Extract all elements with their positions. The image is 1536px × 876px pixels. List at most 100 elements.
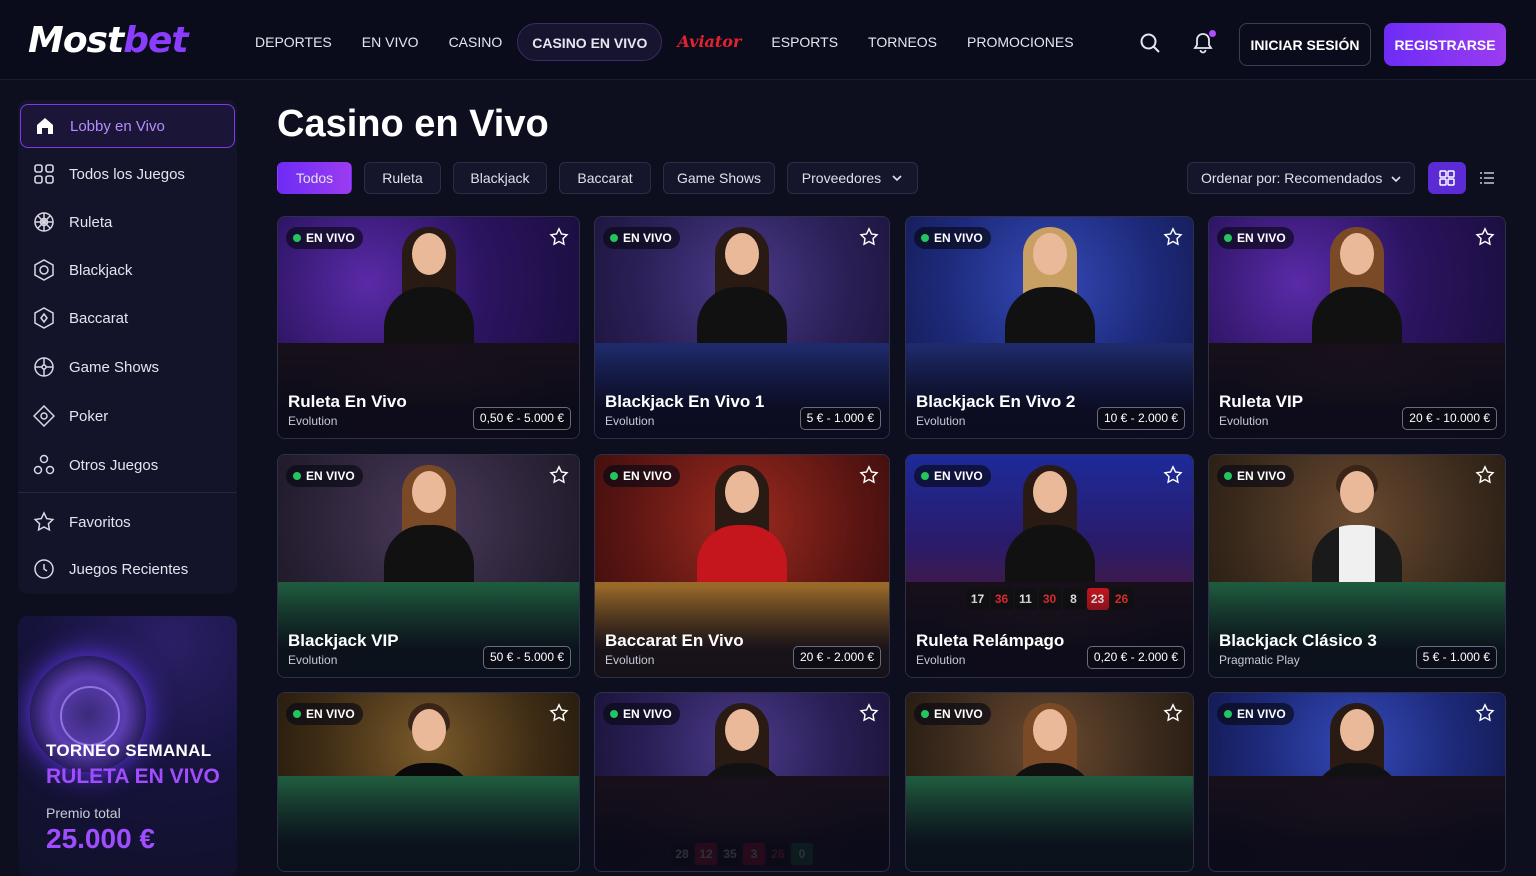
login-button[interactable]: INICIAR SESIÓN [1239, 23, 1371, 66]
register-button[interactable]: REGISTRARSE [1384, 23, 1506, 66]
game-card[interactable]: 1736113082326EN VIVORuleta RelámpagoEvol… [905, 454, 1194, 678]
game-card[interactable]: EN VIVO Blackjack En Vivo 1 Evolution 5 € -… [594, 216, 890, 439]
bet-range: 20 € - 10.000 € [1402, 407, 1497, 430]
live-badge: EN VIVO [286, 227, 363, 249]
sidebar-item-ruleta[interactable]: Ruleta [20, 200, 235, 244]
sidebar-item-lobby-en-vivo[interactable]: Lobby en Vivo [20, 104, 235, 148]
favorite-star-icon[interactable] [1163, 227, 1183, 247]
live-badge: EN VIVO [286, 465, 363, 487]
filter-game-shows[interactable]: Game Shows [663, 162, 775, 194]
game-card[interactable]: 2812353260EN VIVO [594, 692, 890, 872]
favorite-star-icon[interactable] [1475, 703, 1495, 723]
favorite-star-icon[interactable] [1475, 465, 1495, 485]
sort-label: Ordenar por: Recomendados [1201, 170, 1383, 186]
sort-dropdown[interactable]: Ordenar por: Recomendados [1187, 162, 1415, 194]
dealer-face [1340, 233, 1374, 275]
sidebar-item-otros-juegos[interactable]: Otros Juegos [20, 443, 235, 487]
nav-item-deportes[interactable]: DEPORTES [240, 23, 347, 61]
favorite-star-icon[interactable] [859, 703, 879, 723]
nav-item-aviator[interactable]: Aviator [662, 23, 756, 61]
sidebar-item-label: Poker [69, 407, 109, 425]
live-badge: EN VIVO [914, 227, 991, 249]
game-provider: Pragmatic Play [1219, 653, 1300, 667]
filter-todos[interactable]: Todos [277, 162, 352, 194]
sidebar-item-todos-los-juegos[interactable]: Todos los Juegos [20, 152, 235, 196]
sidebar-divider [18, 492, 237, 493]
nav-item-esports[interactable]: ESPORTS [756, 23, 853, 61]
filter-baccarat[interactable]: Baccarat [559, 162, 651, 194]
live-badge: EN VIVO [603, 703, 680, 725]
game-card[interactable]: EN VIVO [277, 692, 580, 872]
bet-range: 10 € - 2.000 € [1096, 407, 1185, 430]
game-card[interactable]: EN VIVO [1208, 692, 1506, 872]
game-card[interactable]: EN VIVO Blackjack Clásico 3 Pragmatic Play… [1208, 454, 1506, 678]
favorite-star-icon[interactable] [549, 465, 569, 485]
sidebar-item-favoritos[interactable]: Favoritos [20, 500, 235, 544]
dealer-face [725, 709, 759, 751]
game-shows-icon [34, 357, 54, 377]
favorite-star-icon[interactable] [859, 227, 879, 247]
live-badge: EN VIVO [286, 703, 363, 725]
favorite-star-icon[interactable] [859, 465, 879, 485]
sidebar-item-poker[interactable]: Poker [20, 394, 235, 438]
game-card[interactable]: EN VIVO Blackjack VIP Evolution 50 € - 5.00… [277, 454, 580, 678]
clock-icon [34, 559, 54, 579]
game-card[interactable]: EN VIVO Baccarat En Vivo Evolution 20 € - 2… [594, 454, 890, 678]
dealer-face [1032, 709, 1067, 751]
game-title: Ruleta Relámpago [916, 631, 1065, 650]
dealer-face [1340, 709, 1374, 751]
sidebar-item-label: Todos los Juegos [69, 165, 185, 183]
grid-view-icon [1439, 170, 1455, 186]
tournament-promo-banner[interactable]: TORNEO SEMANAL RULETA EN VIVO Premio tot… [18, 616, 237, 876]
nav-item-torneos[interactable]: TORNEOS [853, 23, 952, 61]
chevron-down-icon [1391, 176, 1401, 183]
favorite-star-icon[interactable] [549, 227, 569, 247]
favorite-star-icon[interactable] [1163, 703, 1183, 723]
nav-item-casino-en-vivo[interactable]: CASINO EN VIVO [517, 23, 663, 61]
promo-prize-amount: 25.000 € [46, 823, 155, 854]
sidebar-item-label: Juegos Recientes [69, 560, 189, 578]
game-provider: Evolution [916, 653, 966, 667]
notification-bell-icon[interactable] [1189, 29, 1217, 57]
live-badge: EN VIVO [603, 465, 680, 487]
sidebar-item-juegos-recientes[interactable]: Juegos Recientes [20, 547, 235, 591]
game-card[interactable]: EN VIVO Ruleta En Vivo Evolution 0,50 € - 5… [277, 216, 580, 439]
filter-ruleta[interactable]: Ruleta [364, 162, 441, 194]
game-provider: Evolution [916, 414, 966, 428]
list-view-toggle[interactable] [1469, 162, 1505, 194]
sidebar-item-label: Ruleta [69, 213, 113, 231]
sidebar-item-label: Otros Juegos [69, 456, 159, 474]
nav-item-en-vivo[interactable]: EN VIVO [347, 23, 434, 61]
bet-range: 5 € - 1.000 € [799, 407, 881, 430]
game-card[interactable]: EN VIVO [905, 692, 1194, 872]
bet-range: 0,20 € - 2.000 € [1086, 646, 1185, 669]
grid-view-toggle[interactable] [1428, 162, 1466, 194]
game-card[interactable]: EN VIVO Blackjack En Vivo 2 Evolution 10 € … [905, 216, 1194, 439]
dealer-face [1032, 233, 1067, 275]
card-overlay [595, 781, 889, 871]
nav-item-promociones[interactable]: PROMOCIONES [952, 23, 1089, 61]
game-card[interactable]: EN VIVO Ruleta VIP Evolution 20 € - 10.000 … [1208, 216, 1506, 439]
sidebar-item-baccarat[interactable]: Baccarat [20, 296, 235, 340]
bet-range: 0,50 € - 5.000 € [472, 407, 571, 430]
dealer-face [1032, 471, 1067, 513]
filter-blackjack[interactable]: Blackjack [453, 162, 547, 194]
filter-proveedores[interactable]: Proveedores [787, 162, 918, 194]
grid-icon [34, 164, 54, 184]
mostbet-logo[interactable]: Mostbet [28, 20, 189, 61]
sidebar-item-blackjack[interactable]: Blackjack [20, 248, 235, 292]
sidebar-item-game-shows[interactable]: Game Shows [20, 345, 235, 389]
search-icon[interactable] [1136, 29, 1164, 57]
roulette-icon [34, 212, 54, 232]
favorite-star-icon[interactable] [549, 703, 569, 723]
favorite-star-icon[interactable] [1475, 227, 1495, 247]
sidebar-item-label: Game Shows [69, 358, 160, 376]
promo-prize-label: Premio total [46, 805, 121, 821]
favorite-star-icon[interactable] [1163, 465, 1183, 485]
game-title: Blackjack En Vivo 2 [916, 392, 1076, 411]
live-badge: EN VIVO [1217, 227, 1294, 249]
star-icon [33, 511, 55, 532]
notification-dot [1209, 30, 1216, 37]
nav-item-casino[interactable]: CASINO [434, 23, 518, 61]
game-title: Blackjack En Vivo 1 [605, 392, 765, 411]
